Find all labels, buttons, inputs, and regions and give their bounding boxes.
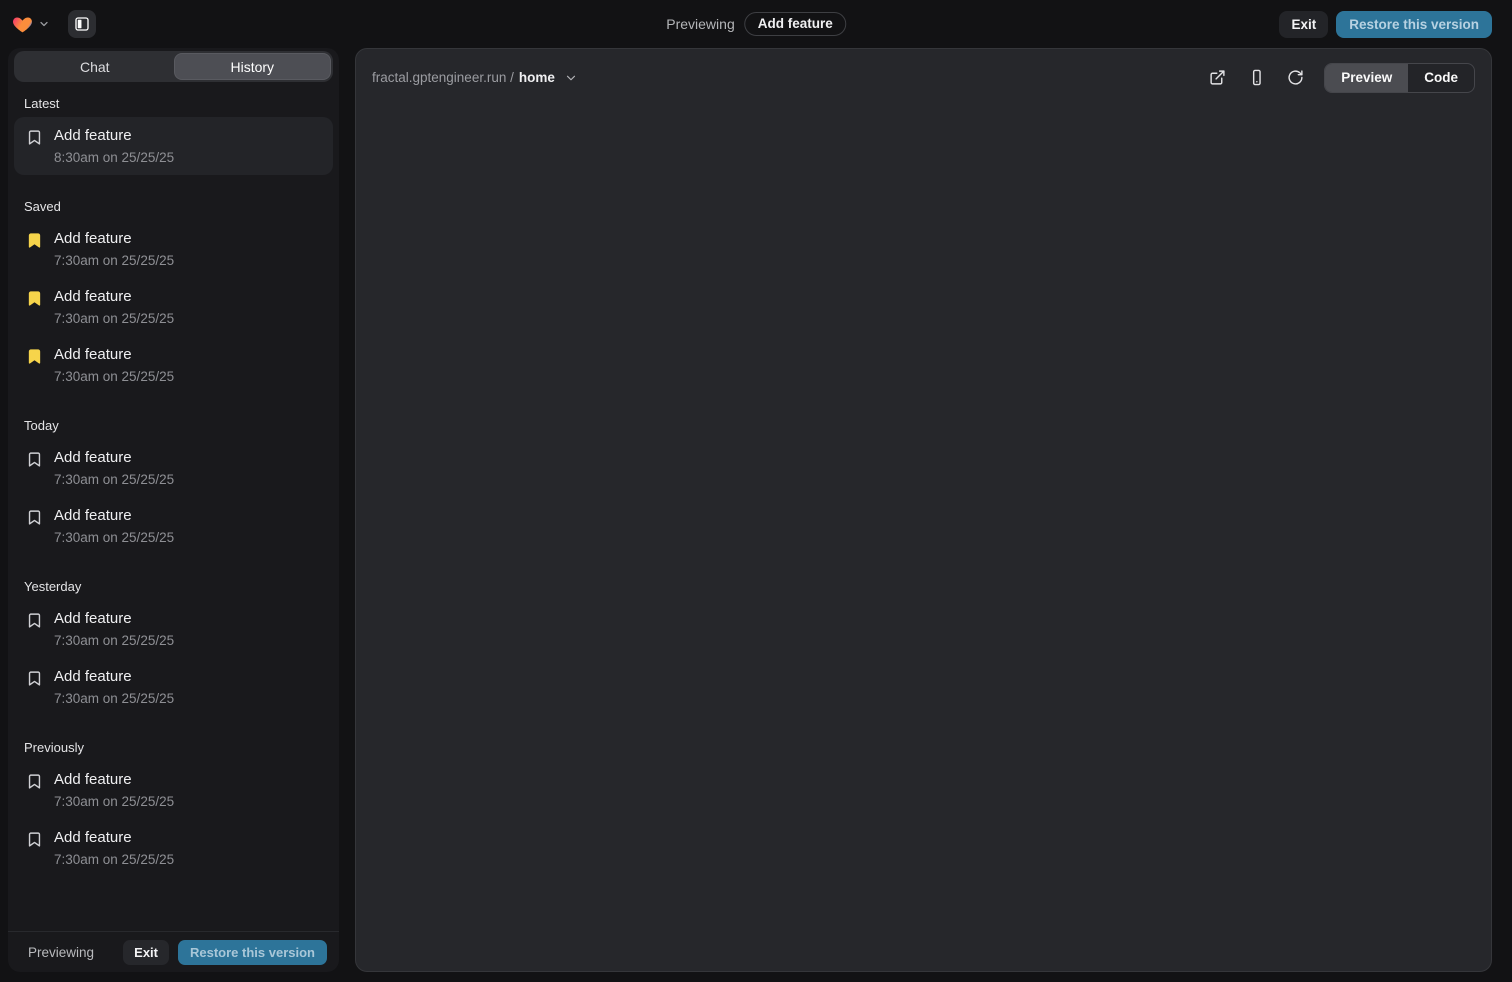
history-item-title: Add feature	[54, 507, 174, 525]
toggle-code[interactable]: Code	[1408, 64, 1474, 92]
history-item-title: Add feature	[54, 771, 174, 789]
bookmark-icon	[26, 831, 43, 848]
section-title: Yesterday	[24, 579, 333, 594]
chevron-down-icon[interactable]	[38, 18, 50, 30]
preview-code-toggle: PreviewCode	[1324, 63, 1475, 93]
bookmark-filled-icon	[26, 232, 43, 249]
history-sidebar: ChatHistory Latest Add feature 8:30am on…	[8, 48, 339, 972]
history-item-time: 7:30am on 25/25/25	[54, 369, 174, 384]
previewing-status-label: Previewing	[666, 16, 734, 32]
history-section: Latest Add feature 8:30am on 25/25/25	[14, 96, 333, 175]
history-item[interactable]: Add feature 7:30am on 25/25/25	[14, 439, 333, 497]
bookmark-icon	[26, 773, 43, 790]
history-item[interactable]: Add feature 7:30am on 25/25/25	[14, 819, 333, 877]
history-item-title: Add feature	[54, 829, 174, 847]
bookmark-icon	[26, 670, 43, 687]
history-item[interactable]: Add feature 7:30am on 25/25/25	[14, 658, 333, 716]
footer-previewing-label: Previewing	[28, 945, 94, 960]
external-link-icon	[1209, 69, 1226, 86]
section-title: Saved	[24, 199, 333, 214]
bookmark-icon	[26, 129, 43, 146]
bookmark-icon	[26, 612, 43, 629]
history-item[interactable]: Add feature 7:30am on 25/25/25	[14, 336, 333, 394]
history-item-title: Add feature	[54, 288, 174, 306]
history-section: Saved Add feature 7:30am on 25/25/25 Add…	[14, 199, 333, 394]
history-item-time: 7:30am on 25/25/25	[54, 311, 174, 326]
history-list[interactable]: Latest Add feature 8:30am on 25/25/25 Sa…	[8, 82, 339, 931]
bookmark-filled-icon	[26, 348, 43, 365]
history-section: Today Add feature 7:30am on 25/25/25 Add…	[14, 418, 333, 555]
history-item-title: Add feature	[54, 668, 174, 686]
topbar: Previewing Add feature Exit Restore this…	[0, 0, 1512, 48]
preview-panel: fractal.gptengineer.run / home PreviewCo…	[355, 48, 1492, 972]
history-section: Yesterday Add feature 7:30am on 25/25/25…	[14, 579, 333, 716]
version-badge[interactable]: Add feature	[745, 12, 846, 36]
mobile-view-button[interactable]	[1248, 69, 1265, 86]
url-domain: fractal.gptengineer.run /	[372, 70, 514, 85]
preview-header: fractal.gptengineer.run / home PreviewCo…	[356, 49, 1491, 93]
preview-content[interactable]	[356, 93, 1491, 961]
history-section: Previously Add feature 7:30am on 25/25/2…	[14, 740, 333, 877]
history-item-title: Add feature	[54, 610, 174, 628]
bookmark-icon	[26, 451, 43, 468]
open-in-new-tab-button[interactable]	[1209, 69, 1226, 86]
section-title: Previously	[24, 740, 333, 755]
history-item[interactable]: Add feature 7:30am on 25/25/25	[14, 600, 333, 658]
sidebar-toggle-button[interactable]	[68, 10, 96, 38]
section-title: Latest	[24, 96, 333, 111]
lovable-heart-logo[interactable]	[12, 14, 33, 35]
refresh-icon	[1287, 69, 1304, 86]
url-page: home	[519, 70, 555, 85]
sidebar-footer: Previewing Exit Restore this version	[8, 931, 339, 972]
footer-restore-version-button[interactable]: Restore this version	[178, 940, 327, 965]
history-item-time: 7:30am on 25/25/25	[54, 472, 174, 487]
refresh-button[interactable]	[1287, 69, 1304, 86]
chevron-down-icon	[564, 71, 578, 85]
toggle-preview[interactable]: Preview	[1325, 64, 1408, 92]
history-item[interactable]: Add feature 7:30am on 25/25/25	[14, 761, 333, 819]
history-item-time: 7:30am on 25/25/25	[54, 530, 174, 545]
bookmark-icon	[26, 509, 43, 526]
section-title: Today	[24, 418, 333, 433]
history-item-time: 7:30am on 25/25/25	[54, 794, 174, 809]
history-item[interactable]: Add feature 7:30am on 25/25/25	[14, 497, 333, 555]
history-item-time: 7:30am on 25/25/25	[54, 852, 174, 867]
history-item[interactable]: Add feature 8:30am on 25/25/25	[14, 117, 333, 175]
tab-history[interactable]: History	[174, 53, 332, 80]
bookmark-filled-icon	[26, 290, 43, 307]
history-item-time: 7:30am on 25/25/25	[54, 691, 174, 706]
tab-chat[interactable]: Chat	[16, 53, 174, 80]
smartphone-icon	[1248, 69, 1265, 86]
history-item-title: Add feature	[54, 346, 174, 364]
history-item-title: Add feature	[54, 230, 174, 248]
history-item[interactable]: Add feature 7:30am on 25/25/25	[14, 278, 333, 336]
history-item[interactable]: Add feature 7:30am on 25/25/25	[14, 220, 333, 278]
panel-left-icon	[74, 16, 90, 32]
history-item-time: 7:30am on 25/25/25	[54, 253, 174, 268]
url-selector[interactable]: fractal.gptengineer.run / home	[372, 70, 578, 85]
history-item-time: 7:30am on 25/25/25	[54, 633, 174, 648]
chat-history-tabbar: ChatHistory	[14, 51, 333, 82]
restore-version-button[interactable]: Restore this version	[1336, 11, 1492, 38]
history-item-title: Add feature	[54, 449, 174, 467]
exit-button[interactable]: Exit	[1279, 11, 1328, 38]
history-item-title: Add feature	[54, 127, 174, 145]
history-item-time: 8:30am on 25/25/25	[54, 150, 174, 165]
footer-exit-button[interactable]: Exit	[123, 940, 169, 965]
